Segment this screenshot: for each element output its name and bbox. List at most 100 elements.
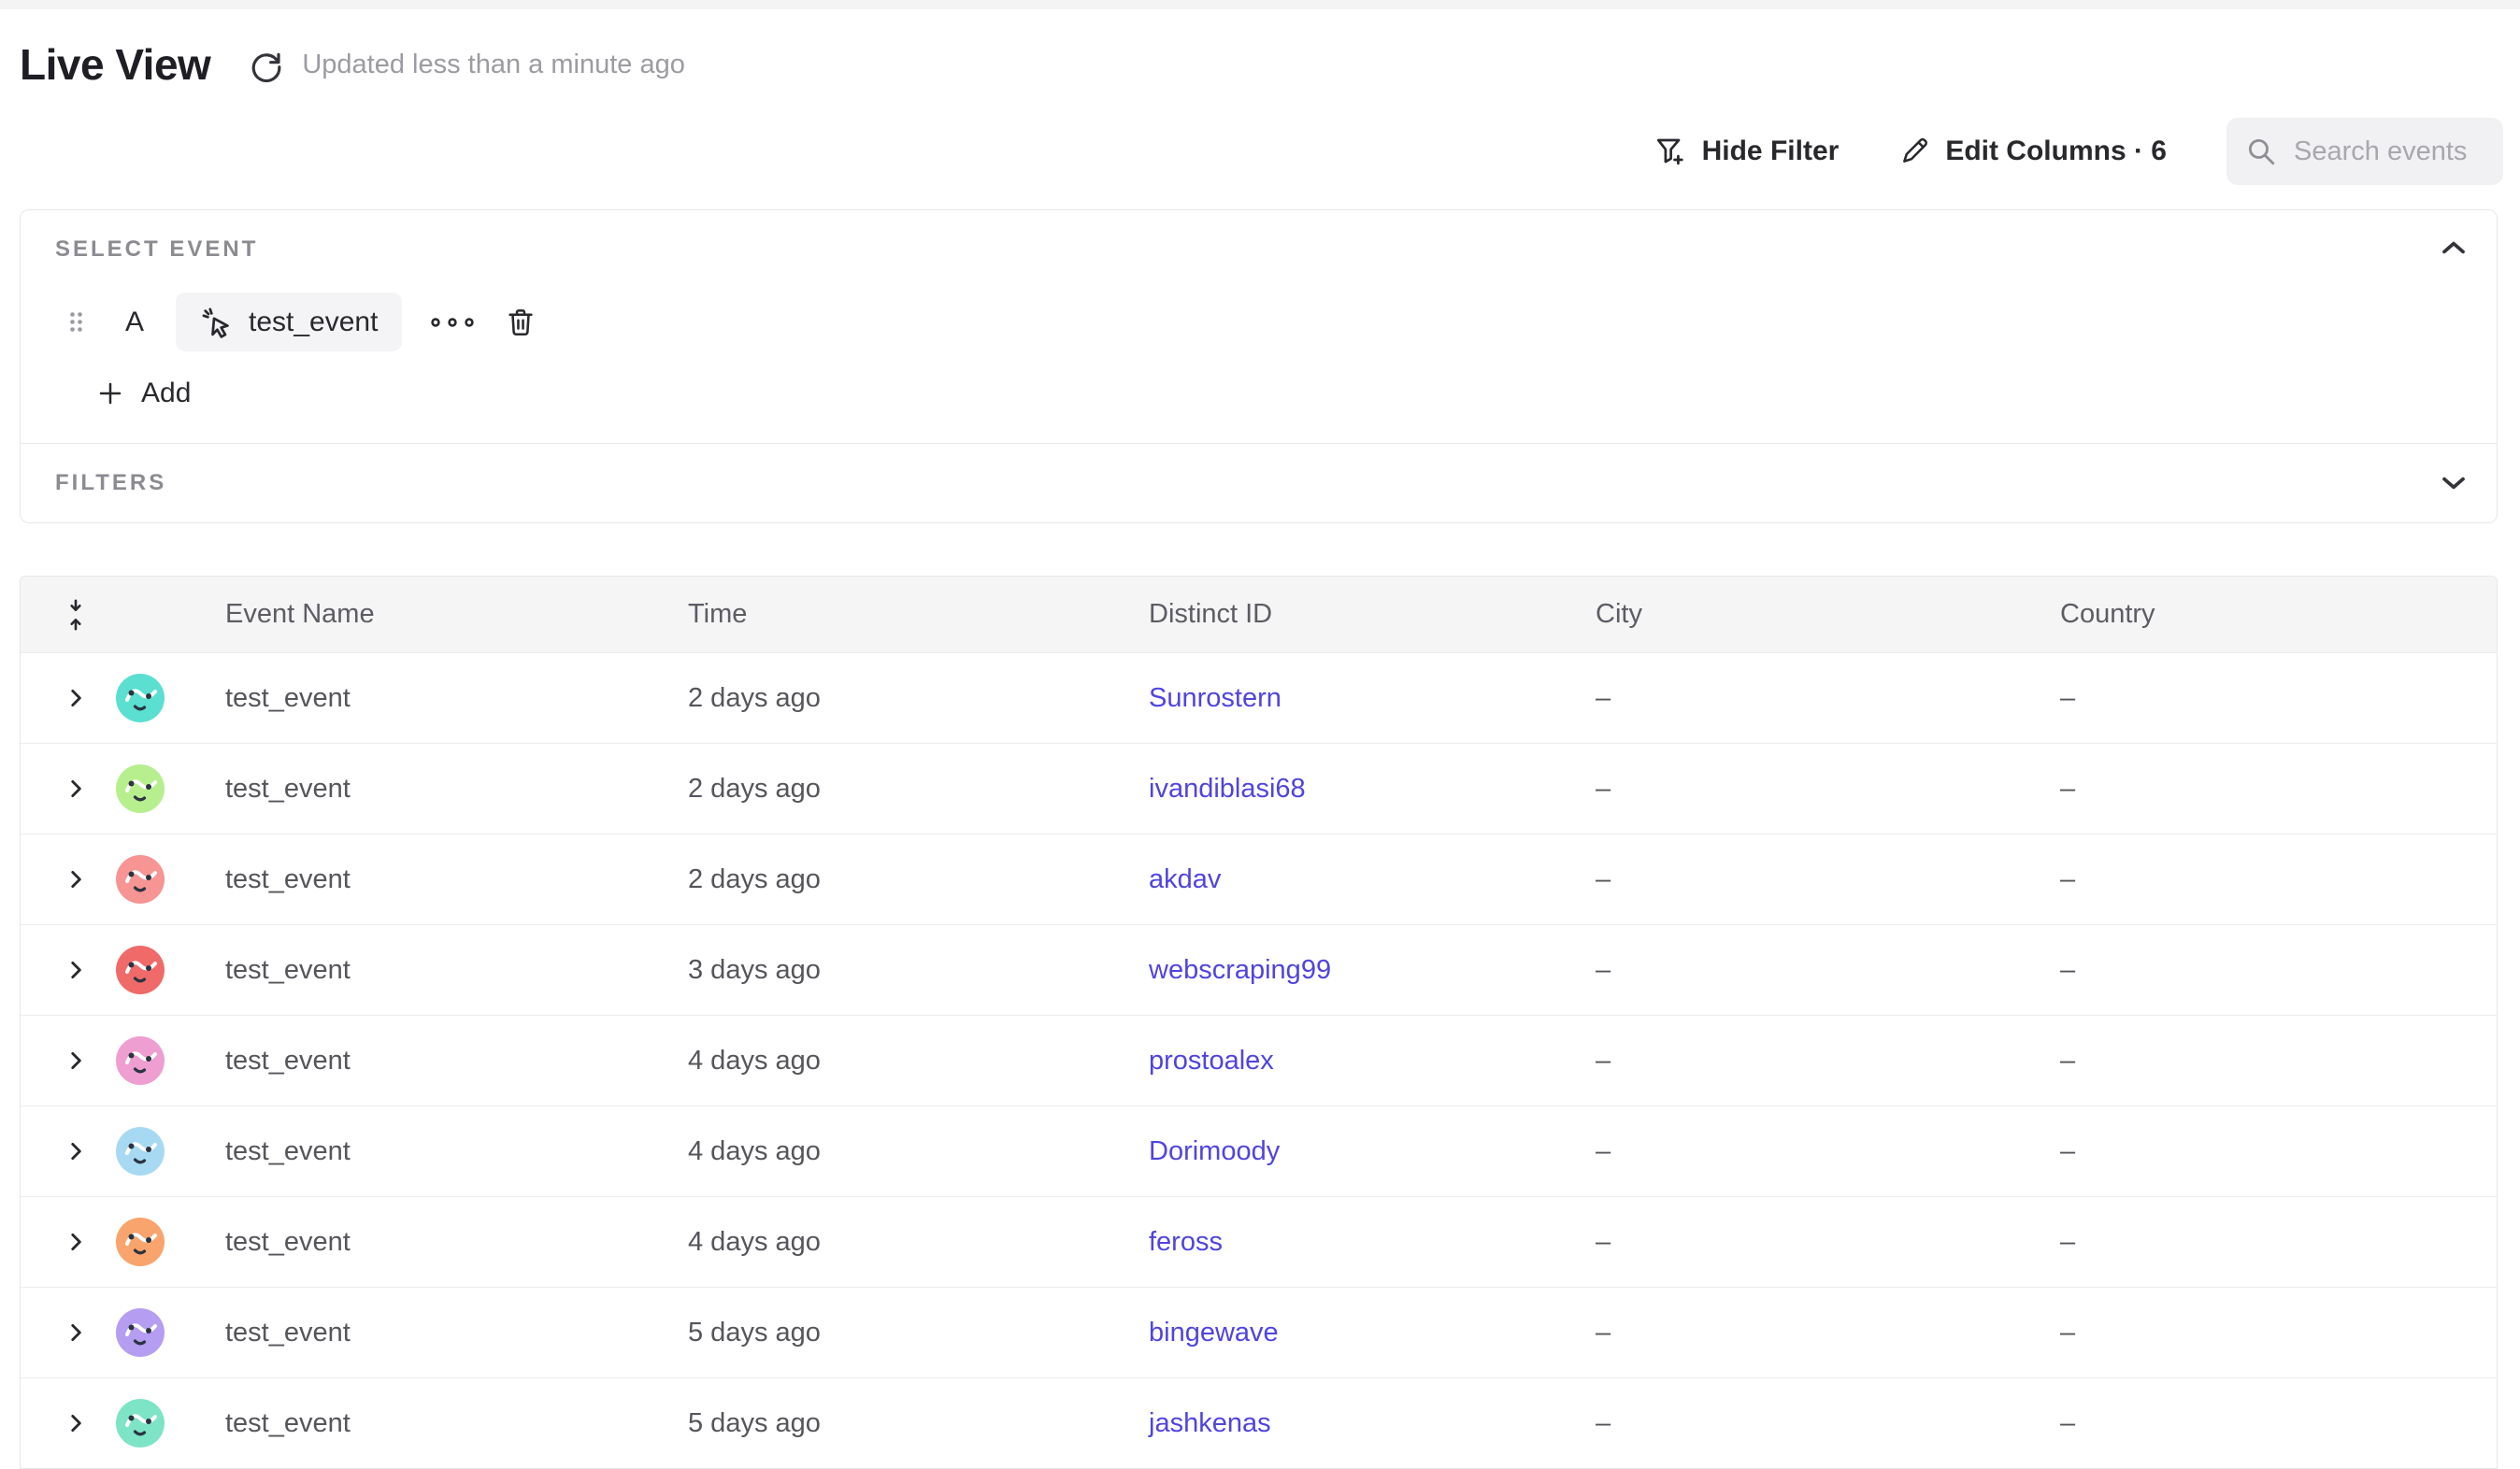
row-expander-chevron-icon[interactable] [64, 958, 88, 982]
event-row-letter: A [125, 307, 144, 338]
plus-icon [96, 379, 124, 407]
city-cell: – [1596, 1136, 2060, 1167]
collapse-rows-icon[interactable] [64, 598, 88, 632]
column-header-distinct-id[interactable]: Distinct ID [1149, 599, 1596, 630]
add-label: Add [141, 378, 191, 409]
event-name-cell: test_event [225, 864, 688, 895]
event-row: A test_event [55, 292, 2431, 351]
distinct-id-link[interactable]: feross [1149, 1227, 1223, 1257]
table-row: test_event 4 days ago feross – – [21, 1196, 2497, 1287]
select-event-label: SELECT EVENT [55, 236, 2431, 263]
avatar [116, 1399, 165, 1448]
row-expander-chevron-icon[interactable] [64, 867, 88, 891]
more-options-icon[interactable] [428, 314, 477, 331]
row-expander-chevron-icon[interactable] [64, 686, 88, 710]
column-header-city[interactable]: City [1596, 599, 2060, 630]
updated-timestamp: Updated less than a minute ago [302, 50, 685, 80]
time-cell: 4 days ago [688, 1227, 1149, 1258]
event-name-cell: test_event [225, 1046, 688, 1077]
column-header-event-name[interactable]: Event Name [225, 599, 688, 630]
event-select-chip[interactable]: test_event [176, 292, 402, 351]
row-expander-chevron-icon[interactable] [64, 1048, 88, 1073]
filters-label: FILTERS [55, 470, 166, 496]
search-box[interactable] [2226, 118, 2503, 185]
selected-event-name: test_event [249, 307, 378, 338]
table-row: test_event 5 days ago jashkenas – – [21, 1377, 2497, 1468]
distinct-id-link[interactable]: akdav [1149, 864, 1221, 894]
city-cell: – [1596, 683, 2060, 714]
country-cell: – [2060, 1318, 2497, 1348]
country-cell: – [2060, 1408, 2497, 1439]
row-expander-chevron-icon[interactable] [64, 1320, 88, 1345]
time-cell: 4 days ago [688, 1136, 1149, 1167]
distinct-id-link[interactable]: ivandiblasi68 [1149, 774, 1306, 804]
column-header-time[interactable]: Time [688, 599, 1149, 630]
event-name-cell: test_event [225, 683, 688, 714]
table-row: test_event 2 days ago ivandiblasi68 – – [21, 743, 2497, 834]
refresh-button[interactable] [248, 46, 285, 83]
table-row: test_event 5 days ago bingewave – – [21, 1287, 2497, 1377]
hide-filter-button[interactable]: Hide Filter [1654, 135, 1840, 168]
avatar [116, 1308, 165, 1357]
country-cell: – [2060, 955, 2497, 986]
row-expander-chevron-icon[interactable] [64, 1411, 88, 1435]
time-cell: 2 days ago [688, 683, 1149, 714]
event-name-cell: test_event [225, 1136, 688, 1167]
top-strip [0, 0, 2520, 9]
search-icon [2245, 135, 2277, 167]
country-cell: – [2060, 1046, 2497, 1077]
page-header: Live View Updated less than a minute ago [20, 34, 2498, 95]
row-expander-chevron-icon[interactable] [64, 1139, 88, 1163]
city-cell: – [1596, 1408, 2060, 1439]
table-body: test_event 2 days ago Sunrostern – – [21, 652, 2497, 1468]
city-cell: – [1596, 774, 2060, 805]
table-row: test_event 2 days ago Sunrostern – – [21, 652, 2497, 743]
events-table: Event Name Time Distinct ID City Country [20, 576, 2498, 1469]
search-input[interactable] [2292, 135, 2484, 168]
add-event-button[interactable]: Add [96, 378, 191, 409]
filter-plus-icon [1654, 135, 1687, 168]
edit-columns-button[interactable]: Edit Columns · 6 [1898, 135, 2167, 167]
trash-icon[interactable] [505, 307, 537, 338]
distinct-id-link[interactable]: Sunrostern [1149, 683, 1281, 713]
collapse-section-chevron-up-icon[interactable] [2440, 238, 2468, 257]
table-header-row: Event Name Time Distinct ID City Country [21, 577, 2497, 652]
filters-section[interactable]: FILTERS [21, 444, 2497, 522]
cursor-click-icon [200, 306, 234, 339]
time-cell: 2 days ago [688, 864, 1149, 895]
time-cell: 4 days ago [688, 1046, 1149, 1077]
row-expander-chevron-icon[interactable] [64, 777, 88, 801]
row-expander-chevron-icon[interactable] [64, 1230, 88, 1254]
edit-columns-label: Edit Columns · 6 [1945, 135, 2167, 167]
avatar [116, 674, 165, 722]
avatar [116, 1127, 165, 1176]
distinct-id-link[interactable]: prostoalex [1149, 1046, 1274, 1076]
distinct-id-link[interactable]: bingewave [1149, 1318, 1279, 1348]
avatar [116, 764, 165, 813]
city-cell: – [1596, 864, 2060, 895]
toolbar: Hide Filter Edit Columns · 6 [20, 118, 2503, 185]
hide-filter-label: Hide Filter [1702, 135, 1840, 167]
avatar [116, 1036, 165, 1085]
distinct-id-link[interactable]: jashkenas [1149, 1408, 1271, 1438]
expand-filters-chevron-down-icon[interactable] [2440, 474, 2468, 492]
avatar [116, 1218, 165, 1266]
drag-handle-icon[interactable] [68, 310, 84, 334]
country-cell: – [2060, 1227, 2497, 1258]
event-name-cell: test_event [225, 1318, 688, 1348]
table-row: test_event 2 days ago akdav – – [21, 834, 2497, 924]
event-name-cell: test_event [225, 955, 688, 986]
select-event-section: SELECT EVENT A test_event [21, 210, 2497, 443]
country-cell: – [2060, 1136, 2497, 1167]
page-title: Live View [20, 39, 210, 90]
event-name-cell: test_event [225, 1408, 688, 1439]
event-name-cell: test_event [225, 774, 688, 805]
distinct-id-link[interactable]: Dorimoody [1149, 1136, 1280, 1166]
time-cell: 5 days ago [688, 1318, 1149, 1348]
distinct-id-link[interactable]: webscraping99 [1149, 955, 1331, 985]
city-cell: – [1596, 1046, 2060, 1077]
time-cell: 5 days ago [688, 1408, 1149, 1439]
avatar [116, 855, 165, 904]
column-header-country[interactable]: Country [2060, 599, 2497, 630]
country-cell: – [2060, 864, 2497, 895]
